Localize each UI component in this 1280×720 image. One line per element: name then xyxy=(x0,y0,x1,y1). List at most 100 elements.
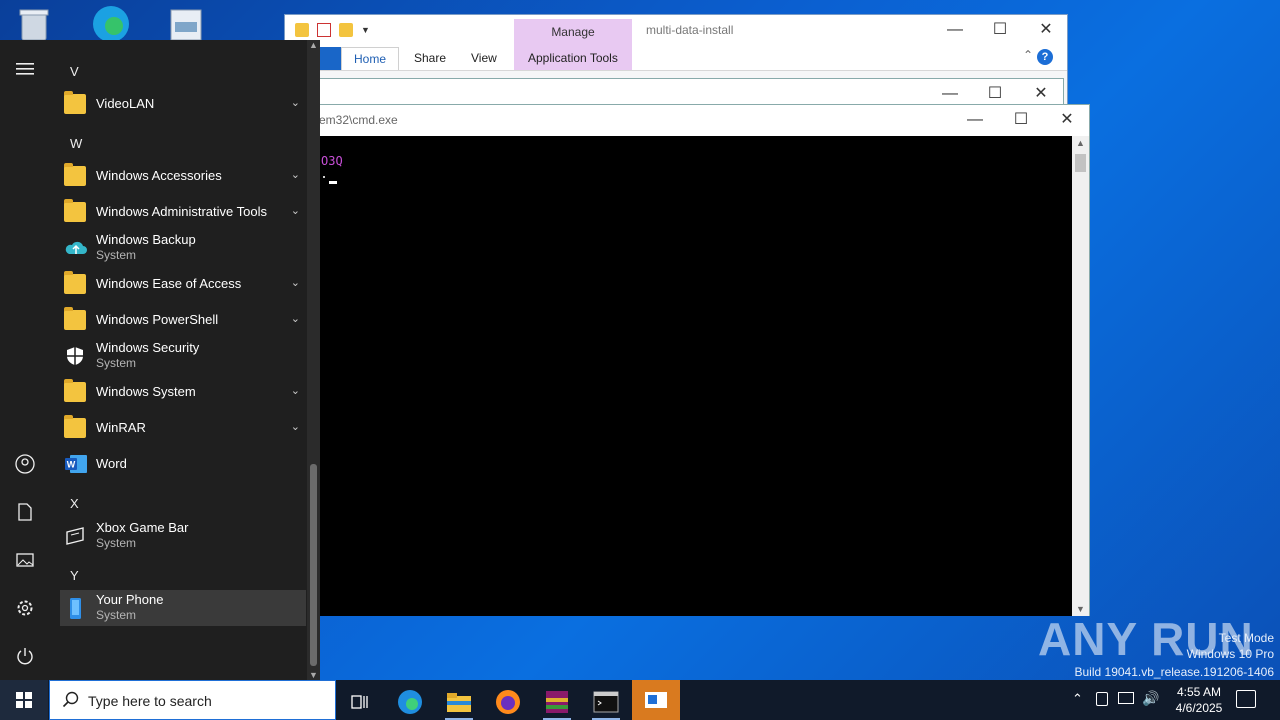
collapse-ribbon-icon[interactable]: ⌃ xyxy=(1023,48,1033,62)
start-rail xyxy=(0,40,50,680)
app-name: Your Phone xyxy=(96,592,164,607)
folder-icon xyxy=(64,199,86,222)
app-name: Windows PowerShell xyxy=(96,312,219,327)
app-name: Windows Accessories xyxy=(96,168,222,183)
clock-time: 4:55 AM xyxy=(1176,685,1222,699)
app-windows-administrative-tools[interactable]: Windows Administrative Tools ⌄ xyxy=(60,194,306,230)
tab-share[interactable]: Share xyxy=(402,47,458,71)
tab-home[interactable]: Home xyxy=(341,47,400,71)
user-icon[interactable] xyxy=(13,452,37,476)
start-menu: V VideoLAN ⌄ W Windows Accessories ⌄ Win… xyxy=(0,40,320,680)
file-explorer-taskbar-icon[interactable] xyxy=(435,684,483,720)
close-button[interactable]: ✕ xyxy=(1044,105,1090,135)
firefox-taskbar-icon[interactable] xyxy=(484,684,532,720)
documents-icon[interactable] xyxy=(13,500,37,524)
app-subtitle: System xyxy=(96,608,137,622)
app-windows-system[interactable]: Windows System ⌄ xyxy=(60,374,306,410)
chevron-down-icon: ⌄ xyxy=(290,313,300,325)
folder-icon xyxy=(64,415,86,438)
help-icon[interactable]: ? xyxy=(1037,49,1053,65)
app-name: Windows System xyxy=(96,384,196,399)
app-videolan[interactable]: VideoLAN ⌄ xyxy=(60,86,306,122)
app-winrar[interactable]: WinRAR ⌄ xyxy=(60,410,306,446)
app-name: Word xyxy=(96,456,127,471)
app-windows-powershell[interactable]: Windows PowerShell ⌄ xyxy=(60,302,306,338)
app-name: Windows Ease of Access xyxy=(96,276,242,291)
chevron-down-icon[interactable]: ▼ xyxy=(361,23,371,37)
show-hidden-icons-chevron[interactable]: ⌃ xyxy=(1072,691,1083,707)
maximize-button[interactable]: ☐ xyxy=(977,15,1023,45)
text-cursor xyxy=(329,181,337,184)
group-letter-y[interactable]: Y xyxy=(70,568,79,583)
scroll-thumb[interactable] xyxy=(1075,154,1086,172)
notification-center-icon[interactable] xyxy=(1236,690,1256,708)
taskbar-search-box[interactable]: Type here to search xyxy=(49,680,336,720)
scroll-up-icon[interactable]: ▲ xyxy=(307,40,320,50)
settings-gear-icon[interactable] xyxy=(13,596,37,620)
power-icon[interactable] xyxy=(13,644,37,668)
console-output[interactable]: O3Q xyxy=(285,136,1073,616)
folder-icon xyxy=(64,91,86,114)
backup-cloud-icon xyxy=(64,238,87,258)
app-xbox-game-bar[interactable]: Xbox Game Bar System xyxy=(60,518,306,554)
group-letter-w[interactable]: W xyxy=(70,136,82,151)
chevron-down-icon: ⌄ xyxy=(290,97,300,109)
search-icon xyxy=(62,691,80,714)
edge-desktop-icon[interactable] xyxy=(86,4,134,44)
app-tray-icon[interactable] xyxy=(1096,692,1108,706)
taskbar: Type here to search ⌃ 🔊 4:55 AM 4/6/2025 xyxy=(0,680,1280,720)
tab-application-tools[interactable]: Application Tools xyxy=(516,47,630,71)
task-view-icon[interactable] xyxy=(336,684,384,720)
active-app-taskbar-icon[interactable] xyxy=(632,680,680,720)
explorer-titlebar: ▼ Manage multi-data-install — ☐ ✕ xyxy=(285,15,1069,83)
xbox-game-bar-icon xyxy=(64,526,86,546)
watermark-build: Build 19041.vb_release.191206-1406 xyxy=(1074,665,1275,679)
cmd-titlebar: em32\cmd.exe — ☐ ✕ xyxy=(285,105,1089,136)
scroll-thumb[interactable] xyxy=(310,464,317,666)
winrar-taskbar-icon[interactable] xyxy=(533,684,581,720)
network-icon[interactable] xyxy=(1118,692,1134,704)
tab-view[interactable]: View xyxy=(459,47,509,71)
search-placeholder: Type here to search xyxy=(88,693,212,709)
manage-label: Manage xyxy=(551,25,595,39)
taskbar-clock[interactable]: 4:55 AM 4/6/2025 xyxy=(1160,684,1238,716)
new-folder-icon[interactable] xyxy=(339,23,353,37)
app-list: V VideoLAN ⌄ W Windows Accessories ⌄ Win… xyxy=(60,40,306,680)
folder-icon[interactable] xyxy=(295,23,309,37)
watermark-test-mode: Test Mode xyxy=(1218,631,1274,645)
svg-text:W: W xyxy=(67,460,76,470)
chevron-down-icon: ⌄ xyxy=(290,277,300,289)
pictures-icon[interactable] xyxy=(13,548,37,572)
properties-icon[interactable] xyxy=(317,23,331,37)
app-windows-backup[interactable]: Windows Backup System xyxy=(60,230,306,266)
app-name: Windows Administrative Tools xyxy=(96,204,267,219)
app-windows-security[interactable]: Windows Security System xyxy=(60,338,306,374)
cmd-window: em32\cmd.exe — ☐ ✕ O3Q ▲ ▼ xyxy=(284,104,1090,616)
window-title: multi-data-install xyxy=(646,23,734,37)
volume-icon[interactable]: 🔊 xyxy=(1142,690,1159,707)
edge-taskbar-icon[interactable] xyxy=(386,684,434,720)
folder-icon xyxy=(64,379,86,402)
scroll-up-icon[interactable]: ▲ xyxy=(1072,138,1089,148)
close-button[interactable]: ✕ xyxy=(1023,15,1069,45)
console-scrollbar[interactable]: ▲ ▼ xyxy=(1072,136,1089,616)
folder-icon xyxy=(64,271,86,294)
maximize-button[interactable]: ☐ xyxy=(998,105,1044,135)
group-letter-x[interactable]: X xyxy=(70,496,79,511)
start-button[interactable] xyxy=(0,680,48,720)
minimize-button[interactable]: — xyxy=(952,105,998,135)
app-windows-ease-of-access[interactable]: Windows Ease of Access ⌄ xyxy=(60,266,306,302)
cmd-taskbar-icon[interactable] xyxy=(582,684,630,720)
hamburger-icon[interactable] xyxy=(13,57,37,81)
group-letter-v[interactable]: V xyxy=(70,64,79,79)
app-your-phone[interactable]: Your Phone System xyxy=(60,590,306,626)
start-menu-scrollbar[interactable]: ▲ ▼ xyxy=(307,40,320,680)
app-windows-accessories[interactable]: Windows Accessories ⌄ xyxy=(60,158,306,194)
app-subtitle: System xyxy=(96,356,137,370)
app-subtitle: System xyxy=(96,248,137,262)
scroll-down-icon[interactable]: ▼ xyxy=(307,670,320,680)
clock-date: 4/6/2025 xyxy=(1175,701,1223,715)
minimize-button[interactable]: — xyxy=(932,15,978,45)
folder-icon xyxy=(64,163,86,186)
app-word[interactable]: W Word xyxy=(60,446,306,482)
